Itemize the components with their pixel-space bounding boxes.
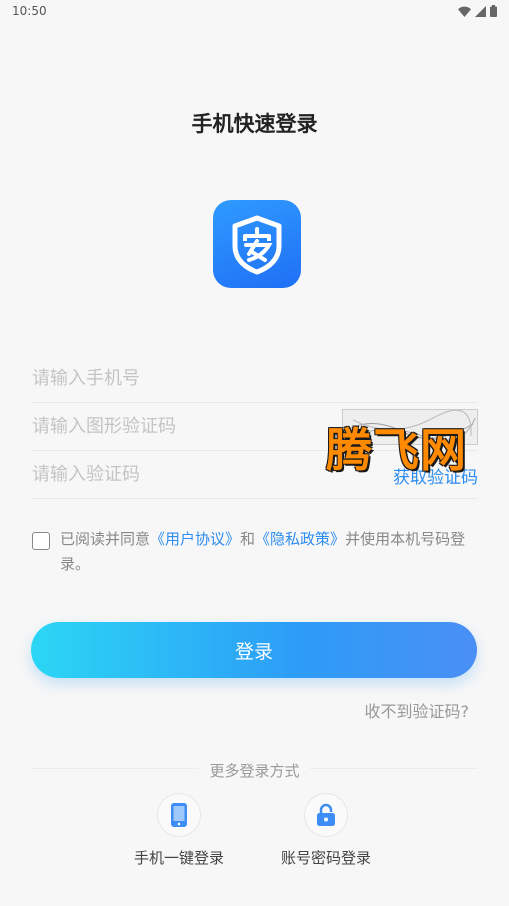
phone-input[interactable] <box>32 368 332 389</box>
one-click-login-label: 手机一键登录 <box>133 849 224 867</box>
no-code-link[interactable]: 收不到验证码? <box>365 698 470 722</box>
user-agreement-link[interactable]: 《用户协议》 <box>150 530 240 548</box>
status-icons <box>458 5 497 17</box>
more-login-title-row: 更多登录方式 <box>0 760 509 781</box>
password-login-label: 账号密码登录 <box>280 849 371 867</box>
status-bar: 10:50 <box>0 0 509 22</box>
one-click-login-option[interactable]: 手机一键登录 <box>109 793 249 868</box>
signal-icon <box>475 5 486 17</box>
sms-code-input[interactable] <box>32 464 332 485</box>
agree-checkbox[interactable] <box>32 532 50 550</box>
password-login-option[interactable]: 账号密码登录 <box>256 793 396 868</box>
wifi-icon <box>458 6 471 17</box>
agreement-text: 已阅读并同意《用户协议》和《隐私政策》并使用本机号码登录。 <box>60 527 478 577</box>
agreement-row: 已阅读并同意《用户协议》和《隐私政策》并使用本机号码登录。 <box>32 527 478 577</box>
login-button[interactable]: 登录 <box>31 622 477 678</box>
status-time: 10:50 <box>12 4 47 18</box>
battery-icon <box>490 5 497 17</box>
agreement-and: 和 <box>240 530 256 548</box>
phone-field-row <box>32 355 478 403</box>
lock-icon[interactable] <box>304 793 348 837</box>
watermark: 腾飞网 <box>326 423 467 477</box>
app-logo <box>213 200 301 288</box>
agreement-prefix: 已阅读并同意 <box>60 530 151 548</box>
phone-icon[interactable] <box>157 793 201 837</box>
page-title: 手机快速登录 <box>191 112 318 136</box>
privacy-policy-link[interactable]: 《隐私政策》 <box>255 530 345 548</box>
more-login-title: 更多登录方式 <box>199 762 310 780</box>
shield-logo-icon <box>232 215 282 275</box>
captcha-input[interactable] <box>32 416 332 437</box>
